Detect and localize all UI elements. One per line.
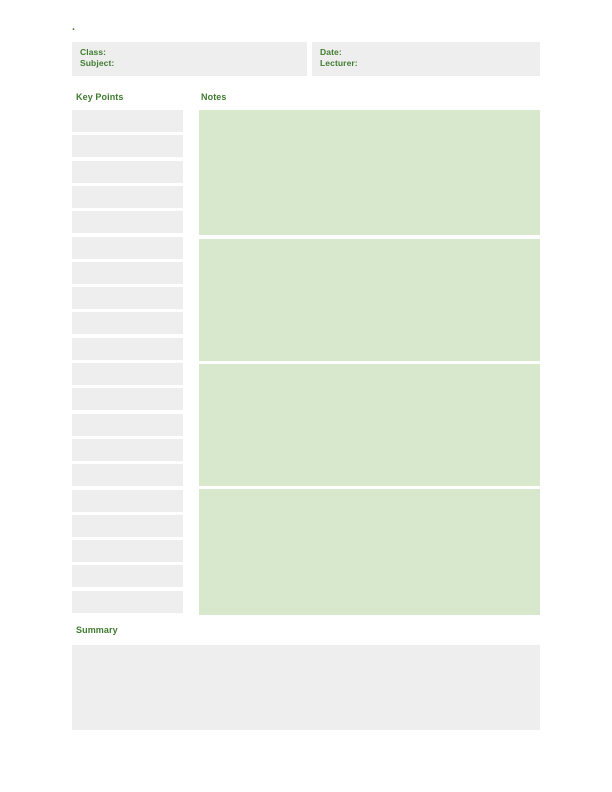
notes-caption: Notes (201, 92, 227, 102)
key-point-row[interactable] (72, 211, 183, 234)
key-point-row[interactable] (72, 287, 183, 310)
key-point-row[interactable] (72, 514, 183, 537)
notes-block[interactable] (199, 239, 540, 361)
key-point-row[interactable] (72, 363, 183, 385)
key-point-row[interactable] (72, 438, 183, 461)
key-point-row[interactable] (72, 135, 183, 158)
key-point-row[interactable] (72, 388, 183, 411)
header-info-row: Class: Subject: Date: Lecturer: (72, 42, 540, 76)
key-point-row[interactable] (72, 540, 183, 563)
key-point-row[interactable] (72, 312, 183, 335)
key-point-row[interactable] (72, 489, 183, 512)
date-label: Date: (320, 47, 342, 57)
notes-column (199, 110, 540, 615)
key-point-row[interactable] (72, 261, 183, 284)
key-point-row[interactable] (72, 185, 183, 208)
key-point-row[interactable] (72, 160, 183, 183)
key-points-column (72, 110, 183, 614)
key-point-row[interactable] (72, 110, 183, 132)
class-subject-field-group[interactable]: Class: Subject: (72, 42, 307, 76)
key-point-row[interactable] (72, 337, 183, 360)
subject-label: Subject: (80, 58, 115, 68)
key-point-row[interactable] (72, 236, 183, 259)
notes-block[interactable] (199, 364, 540, 486)
key-point-row[interactable] (72, 413, 183, 436)
notes-block[interactable] (199, 110, 540, 235)
summary-input-area[interactable] (72, 645, 540, 730)
summary-caption: Summary (76, 625, 118, 635)
key-points-caption: Key Points (76, 92, 124, 102)
key-point-row[interactable] (72, 590, 183, 613)
cornell-notes-page: . Class: Subject: Date: Lecturer: Key Po… (0, 0, 612, 792)
date-lecturer-field-group[interactable]: Date: Lecturer: (312, 42, 540, 76)
class-label: Class: (80, 47, 107, 57)
lecturer-label: Lecturer: (320, 58, 358, 68)
key-point-row[interactable] (72, 565, 183, 588)
stray-period-mark: . (72, 21, 76, 33)
key-point-row[interactable] (72, 464, 183, 487)
notes-block[interactable] (199, 489, 540, 615)
